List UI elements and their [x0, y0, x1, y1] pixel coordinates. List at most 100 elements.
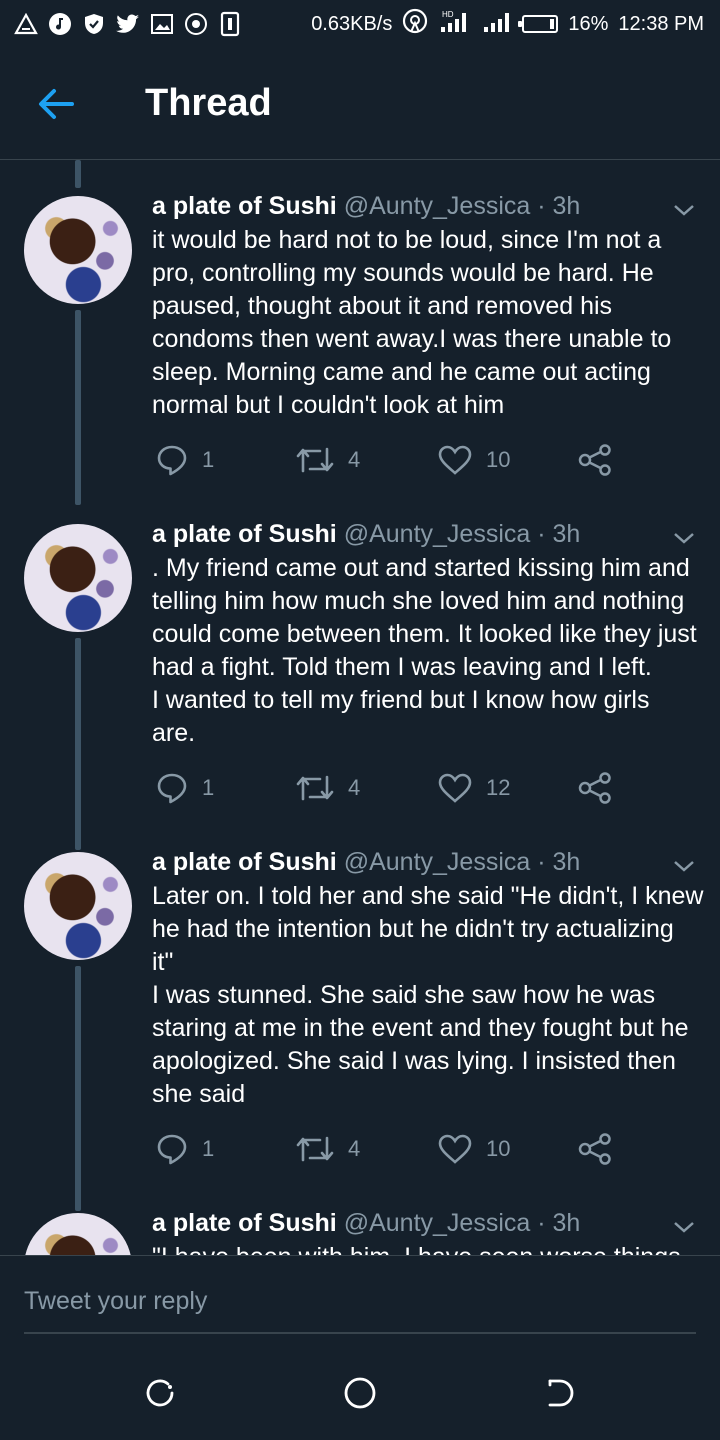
- hotspot-icon: [402, 8, 428, 40]
- chevron-down-icon[interactable]: [672, 1219, 696, 1235]
- retweet-button[interactable]: 4: [296, 438, 360, 482]
- record-icon: [184, 12, 208, 36]
- sim-icon: [218, 11, 242, 37]
- retweet-icon: [296, 1136, 334, 1162]
- retweet-count: 4: [348, 775, 361, 800]
- reply-count: 1: [202, 447, 215, 472]
- share-icon: [578, 772, 611, 804]
- like-count: 10: [486, 447, 511, 472]
- avatar[interactable]: [24, 852, 132, 960]
- retweet-button[interactable]: 4: [296, 1127, 360, 1171]
- thread-line: [75, 638, 81, 850]
- svg-text:HD: HD: [442, 10, 454, 19]
- signal-icon: [482, 9, 512, 39]
- author-name[interactable]: a plate of Sushi: [152, 848, 337, 876]
- avatar[interactable]: [24, 1213, 132, 1255]
- retweet-icon: [296, 447, 334, 473]
- retweet-button[interactable]: 4: [296, 766, 360, 810]
- separator-dot: ·: [537, 1209, 546, 1237]
- system-status: 0.63KB/s HD 16% 12:38 PM: [311, 8, 720, 40]
- music-icon: [48, 12, 72, 36]
- battery-percent: 16%: [568, 12, 609, 35]
- avatar[interactable]: [24, 196, 132, 304]
- tweet-time: 3h: [552, 192, 581, 220]
- retweet-count: 4: [348, 1136, 361, 1161]
- author-handle[interactable]: @Aunty_Jessica: [344, 520, 531, 548]
- avatar[interactable]: [24, 524, 132, 632]
- author-name[interactable]: a plate of Sushi: [152, 520, 337, 548]
- separator-dot: ·: [537, 520, 546, 548]
- tweet-time: 3h: [552, 848, 581, 876]
- tweet-actions: 1 4 10: [0, 1127, 720, 1171]
- navigation-bar: [0, 1345, 720, 1440]
- share-button[interactable]: [578, 1127, 612, 1171]
- share-icon: [578, 1133, 611, 1165]
- network-speed: 0.63KB/s: [311, 12, 393, 35]
- tweet-text: it would be hard not to be loud, since I…: [152, 226, 672, 419]
- page-title: Thread: [145, 82, 272, 124]
- chevron-down-icon[interactable]: [672, 858, 696, 874]
- thread-line: [75, 160, 81, 188]
- reply-icon: [157, 773, 187, 804]
- reply-button[interactable]: 1: [156, 438, 214, 482]
- heart-icon: [438, 1134, 472, 1164]
- separator-dot: ·: [537, 848, 546, 876]
- battery-icon: [518, 15, 559, 33]
- author-name[interactable]: a plate of Sushi: [152, 192, 337, 220]
- chevron-down-icon[interactable]: [672, 202, 696, 218]
- heart-icon: [438, 773, 472, 803]
- recents-icon[interactable]: [142, 1375, 178, 1411]
- like-button[interactable]: 10: [438, 438, 510, 482]
- back-button[interactable]: [36, 86, 76, 122]
- tweet-text: Later on. I told her and she said "He di…: [152, 882, 704, 1108]
- shield-icon: [82, 12, 106, 36]
- thread-feed[interactable]: a plate of Sushi @Aunty_Jessica · 3h it …: [0, 160, 720, 1255]
- tweet-header: a plate of Sushi @Aunty_Jessica · 3h: [152, 1209, 580, 1238]
- warning-icon: [14, 12, 38, 36]
- tweet-actions: 1 4 12: [0, 766, 720, 810]
- reply-bar: [0, 1255, 720, 1346]
- signal-hd-icon: HD: [438, 9, 472, 39]
- tweet-header: a plate of Sushi @Aunty_Jessica · 3h: [152, 192, 580, 221]
- retweet-count: 4: [348, 447, 361, 472]
- reply-icon: [157, 1134, 187, 1165]
- reply-count: 1: [202, 775, 215, 800]
- like-count: 12: [486, 775, 511, 800]
- reply-button[interactable]: 1: [156, 766, 214, 810]
- tweet-text: . My friend came out and started kissing…: [152, 554, 697, 747]
- author-handle[interactable]: @Aunty_Jessica: [344, 192, 531, 220]
- retweet-icon: [296, 775, 334, 801]
- author-handle[interactable]: @Aunty_Jessica: [344, 1209, 531, 1237]
- chevron-down-icon[interactable]: [672, 530, 696, 546]
- like-count: 10: [486, 1136, 511, 1161]
- share-button[interactable]: [578, 438, 612, 482]
- tweet-header: a plate of Sushi @Aunty_Jessica · 3h: [152, 848, 580, 877]
- heart-icon: [438, 445, 472, 475]
- back-icon[interactable]: [542, 1375, 578, 1411]
- status-bar: 0.63KB/s HD 16% 12:38 PM: [0, 0, 720, 48]
- notification-icons: [0, 11, 242, 37]
- clock: 12:38 PM: [618, 12, 704, 35]
- tweet-header: a plate of Sushi @Aunty_Jessica · 3h: [152, 520, 580, 549]
- reply-input[interactable]: [24, 1270, 696, 1334]
- like-button[interactable]: 10: [438, 1127, 510, 1171]
- tweet-time: 3h: [552, 1209, 581, 1237]
- tweet-time: 3h: [552, 520, 581, 548]
- home-icon[interactable]: [342, 1375, 378, 1411]
- reply-button[interactable]: 1: [156, 1127, 214, 1171]
- reply-count: 1: [202, 1136, 215, 1161]
- author-name[interactable]: a plate of Sushi: [152, 1209, 337, 1237]
- separator-dot: ·: [537, 192, 546, 220]
- tweet-actions: 1 4 10: [0, 438, 720, 482]
- gallery-icon: [150, 12, 174, 36]
- tweet-text: "I have been with him, I have seen worse…: [152, 1241, 704, 1255]
- like-button[interactable]: 12: [438, 766, 510, 810]
- author-handle[interactable]: @Aunty_Jessica: [344, 848, 531, 876]
- share-icon: [578, 444, 611, 476]
- thread-header: Thread: [0, 48, 720, 160]
- thread-line: [75, 966, 81, 1211]
- share-button[interactable]: [578, 766, 612, 810]
- arrow-left-icon: [39, 89, 74, 119]
- reply-icon: [157, 445, 187, 476]
- twitter-icon: [116, 12, 140, 36]
